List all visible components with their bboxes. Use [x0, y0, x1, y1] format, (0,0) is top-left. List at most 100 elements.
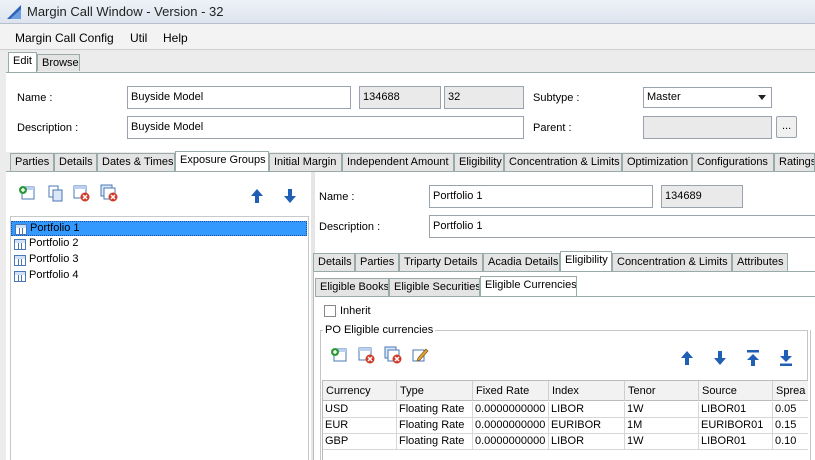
- portfolio-tabbar: Details Parties Triparty Details Acadia …: [311, 251, 815, 272]
- add-portfolio-icon[interactable]: [18, 184, 36, 202]
- menu-margin-call-config[interactable]: Margin Call Config: [15, 31, 114, 45]
- portfolio-description-label: Description :: [319, 221, 381, 233]
- delete-currency-icon[interactable]: [357, 346, 375, 364]
- menu-bar: Margin Call Config Util Help: [0, 24, 815, 50]
- col-header-spread[interactable]: Sprea: [773, 381, 808, 401]
- tree-item-portfolio-3[interactable]: Portfolio 3: [11, 253, 307, 268]
- subtab-acadia-details[interactable]: Acadia Details: [483, 253, 560, 272]
- portfolio-id-field: 134689: [661, 185, 743, 208]
- parent-browse-button[interactable]: ...: [776, 116, 797, 138]
- tab-exposure-groups[interactable]: Exposure Groups: [175, 151, 269, 172]
- parent-field[interactable]: [643, 116, 772, 139]
- col-header-tenor[interactable]: Tenor: [625, 381, 699, 401]
- col-header-fixed-rate[interactable]: Fixed Rate: [473, 381, 549, 401]
- description-label: Description :: [17, 122, 79, 134]
- move-bottom-icon[interactable]: [777, 349, 795, 367]
- tab-independent-amount[interactable]: Independent Amount: [342, 153, 454, 172]
- table-cell[interactable]: 1M: [625, 418, 699, 434]
- move-down-icon[interactable]: [711, 349, 729, 367]
- table-cell[interactable]: LIBOR: [549, 402, 625, 418]
- table-cell[interactable]: 1W: [625, 402, 699, 418]
- copy-icon[interactable]: [46, 184, 64, 202]
- table-cell[interactable]: 1W: [625, 434, 699, 450]
- table-cell[interactable]: USD: [323, 402, 397, 418]
- table-cell[interactable]: 0.10: [773, 434, 808, 450]
- subtype-label: Subtype :: [533, 92, 580, 104]
- subtype-value: Master: [647, 91, 681, 103]
- portfolio-name-field[interactable]: Portfolio 1: [429, 185, 653, 208]
- menu-help[interactable]: Help: [163, 31, 188, 45]
- tab-concentration-limits[interactable]: Concentration & Limits: [504, 153, 622, 172]
- delete-all-icon[interactable]: [100, 184, 118, 202]
- tab-initial-margin[interactable]: Initial Margin: [269, 153, 342, 172]
- tab-eligible-books[interactable]: Eligible Books: [315, 278, 389, 297]
- table-cell[interactable]: 0.0000000000: [473, 434, 549, 450]
- table-cell[interactable]: Floating Rate: [397, 418, 473, 434]
- table-cell[interactable]: 0.0000000000: [473, 402, 549, 418]
- table-cell[interactable]: Floating Rate: [397, 402, 473, 418]
- inherit-label: Inherit: [340, 305, 371, 317]
- col-header-type[interactable]: Type: [397, 381, 473, 401]
- edit-icon[interactable]: [411, 346, 429, 364]
- table-cell[interactable]: EURIBOR: [549, 418, 625, 434]
- tree-item-portfolio-2[interactable]: Portfolio 2: [11, 237, 307, 252]
- col-header-currency[interactable]: Currency: [323, 381, 397, 401]
- delete-portfolio-icon[interactable]: [72, 184, 90, 202]
- portfolio-name-label: Name :: [319, 191, 355, 203]
- table-cell[interactable]: LIBOR: [549, 434, 625, 450]
- tree-item-label: Portfolio 1: [30, 222, 80, 234]
- tab-eligibility[interactable]: Eligibility: [454, 153, 504, 172]
- arrow-up-icon[interactable]: [248, 187, 266, 205]
- subtab-triparty-details[interactable]: Triparty Details: [399, 253, 483, 272]
- arrow-down-icon[interactable]: [281, 187, 299, 205]
- tab-eligible-currencies[interactable]: Eligible Currencies: [480, 276, 577, 297]
- subtab-eligibility[interactable]: Eligibility: [560, 251, 612, 272]
- tab-parties[interactable]: Parties: [10, 153, 54, 172]
- table-icon: [14, 239, 26, 250]
- delete-all-currencies-icon[interactable]: [384, 346, 402, 364]
- inherit-checkbox[interactable]: [324, 305, 336, 317]
- header-panel: [6, 72, 815, 152]
- col-header-index[interactable]: Index: [549, 381, 625, 401]
- move-up-icon[interactable]: [678, 349, 696, 367]
- table-cell[interactable]: Floating Rate: [397, 434, 473, 450]
- table-cell[interactable]: EURIBOR01: [699, 418, 773, 434]
- tree-item-label: Portfolio 3: [29, 253, 79, 265]
- subtab-parties[interactable]: Parties: [355, 253, 399, 272]
- tree-item-portfolio-4[interactable]: Portfolio 4: [11, 269, 307, 284]
- move-top-icon[interactable]: [744, 349, 762, 367]
- name-field[interactable]: Buyside Model: [127, 86, 351, 109]
- tab-details[interactable]: Details: [54, 153, 97, 172]
- tab-ratings[interactable]: Ratings: [774, 153, 815, 172]
- description-field[interactable]: Buyside Model: [127, 116, 524, 139]
- tree-item-portfolio-1[interactable]: Portfolio 1: [11, 221, 307, 236]
- tab-configurations[interactable]: Configurations: [692, 153, 774, 172]
- main-tabbar: Parties Details Dates & Times Exposure G…: [6, 151, 815, 172]
- table-cell[interactable]: 0.05: [773, 402, 808, 418]
- subtab-attributes[interactable]: Attributes: [732, 253, 788, 272]
- subtab-concentration-limits[interactable]: Concentration & Limits: [612, 253, 732, 272]
- subtab-details[interactable]: Details: [313, 253, 355, 272]
- tab-optimization[interactable]: Optimization: [622, 153, 692, 172]
- currency-table: Currency Type Fixed Rate Index Tenor Sou…: [322, 380, 808, 460]
- mode-tabbar: Edit Browse: [0, 50, 815, 73]
- col-header-source[interactable]: Source: [699, 381, 773, 401]
- portfolio-description-field[interactable]: Portfolio 1: [429, 215, 815, 238]
- table-cell[interactable]: 0.0000000000: [473, 418, 549, 434]
- table-cell[interactable]: 0.15: [773, 418, 808, 434]
- tab-eligible-securities[interactable]: Eligible Securities: [389, 278, 480, 297]
- tab-dates-times[interactable]: Dates & Times: [97, 153, 175, 172]
- table-cell[interactable]: GBP: [323, 434, 397, 450]
- tree-item-label: Portfolio 4: [29, 269, 79, 281]
- version-field: 32: [444, 86, 524, 109]
- tab-edit[interactable]: Edit: [8, 52, 37, 73]
- group-title: PO Eligible currencies: [323, 324, 436, 336]
- table-cell[interactable]: LIBOR01: [699, 402, 773, 418]
- eligibility-tabbar: Eligible Books Eligible Securities Eligi…: [313, 276, 815, 297]
- subtype-select[interactable]: Master: [643, 87, 772, 108]
- table-cell[interactable]: EUR: [323, 418, 397, 434]
- table-cell[interactable]: LIBOR01: [699, 434, 773, 450]
- menu-util[interactable]: Util: [130, 31, 147, 45]
- add-currency-icon[interactable]: [330, 346, 348, 364]
- tab-browse[interactable]: Browse: [37, 54, 80, 71]
